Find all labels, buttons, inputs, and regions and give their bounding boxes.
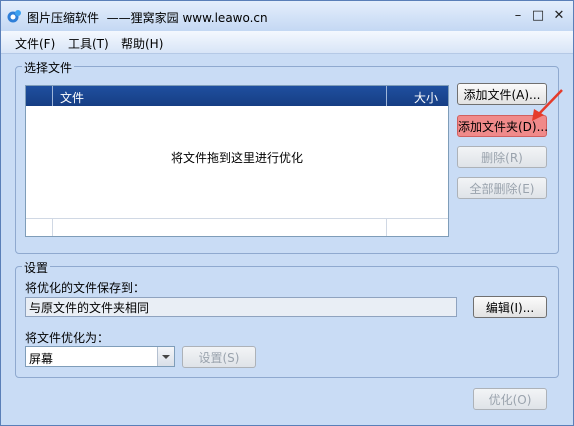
menu-help[interactable]: 帮助(H) xyxy=(121,35,163,52)
app-logo-icon xyxy=(7,10,21,23)
column-header-file[interactable]: 文件 xyxy=(60,89,84,106)
save-to-label: 将优化的文件保存到： xyxy=(25,281,146,295)
delete-all-button[interactable]: 全部删除(E) xyxy=(457,177,547,199)
chevron-down-icon[interactable] xyxy=(157,347,174,366)
annotation-arrow-icon xyxy=(532,89,563,121)
edit-button[interactable]: 编辑(I)... xyxy=(473,296,547,318)
list-divider xyxy=(52,219,53,236)
optimize-for-select[interactable]: 屏幕 xyxy=(25,346,175,367)
settings-button[interactable]: 设置(S) xyxy=(182,346,256,368)
window-title: 图片压缩软件 ——狸窝家园 www.leawo.cn xyxy=(27,11,268,25)
save-to-field[interactable]: 与原文件的文件夹相同 xyxy=(25,297,457,317)
minimize-icon[interactable]: – xyxy=(509,7,527,25)
optimize-for-label: 将文件优化为： xyxy=(25,331,110,345)
column-separator xyxy=(52,86,53,106)
menu-file[interactable]: 文件(F) xyxy=(15,35,55,52)
optimize-for-value: 屏幕 xyxy=(29,352,54,366)
title-bar[interactable]: 图片压缩软件 ——狸窝家园 www.leawo.cn – □ ✕ xyxy=(1,1,573,31)
column-separator xyxy=(386,86,387,106)
file-list[interactable]: 文件 大小 将文件拖到这里进行优化 xyxy=(25,85,449,237)
settings-group-label: 设置 xyxy=(22,259,51,276)
column-header-size[interactable]: 大小 xyxy=(414,89,438,106)
file-list-header: 文件 大小 xyxy=(26,86,448,106)
list-divider xyxy=(386,219,387,236)
select-files-group-label: 选择文件 xyxy=(22,59,75,76)
main-window: 图片压缩软件 ——狸窝家园 www.leawo.cn – □ ✕ 文件(F) 工… xyxy=(0,0,574,426)
optimize-button[interactable]: 优化(O) xyxy=(473,388,547,410)
close-icon[interactable]: ✕ xyxy=(550,7,568,25)
maximize-icon[interactable]: □ xyxy=(529,7,547,25)
list-divider xyxy=(26,218,448,219)
drop-hint: 将文件拖到这里进行优化 xyxy=(170,151,303,165)
delete-button[interactable]: 删除(R) xyxy=(457,146,547,168)
menu-tools[interactable]: 工具(T) xyxy=(68,35,109,52)
menu-bar: 文件(F) 工具(T) 帮助(H) xyxy=(1,31,573,54)
